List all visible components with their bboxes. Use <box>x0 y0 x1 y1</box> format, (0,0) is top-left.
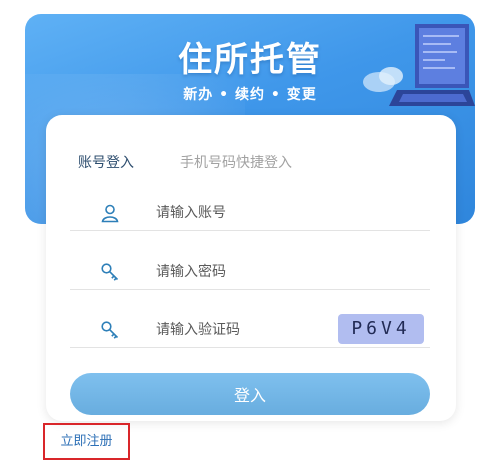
password-field <box>70 256 430 290</box>
tab-phone-login[interactable]: 手机号码快捷登入 <box>180 152 292 172</box>
account-input[interactable] <box>156 201 326 225</box>
password-input[interactable] <box>156 260 326 284</box>
laptop-illustration-icon <box>363 24 475 106</box>
tab-account-login[interactable]: 账号登入 <box>78 152 134 172</box>
captcha-field: P6V4 <box>70 314 430 348</box>
login-button[interactable]: 登入 <box>70 373 430 415</box>
captcha-input[interactable] <box>156 318 326 342</box>
captcha-image[interactable]: P6V4 <box>338 314 424 344</box>
account-field <box>70 197 430 231</box>
register-highlight-box: 立即注册 <box>43 423 130 460</box>
key-icon <box>101 321 119 339</box>
register-link[interactable]: 立即注册 <box>45 425 128 458</box>
login-card: 账号登入 手机号码快捷登入 P6V4 登入 <box>46 115 456 421</box>
key-icon <box>101 263 119 281</box>
user-icon <box>101 204 119 223</box>
